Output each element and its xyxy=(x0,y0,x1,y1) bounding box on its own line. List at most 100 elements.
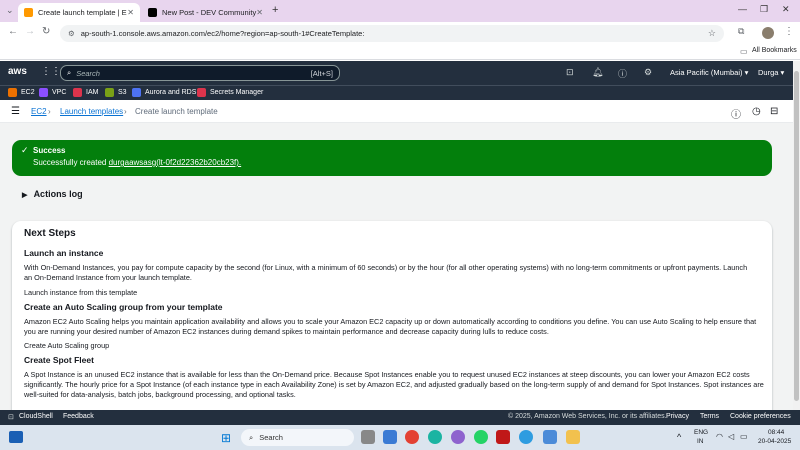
new-tab-icon[interactable]: + xyxy=(272,4,278,16)
scrollbar-thumb[interactable] xyxy=(794,71,799,401)
aws-logo[interactable]: aws xyxy=(8,66,27,77)
lang-top[interactable]: ENG xyxy=(694,429,708,436)
bookmarks-bar: ▭ All Bookmarks xyxy=(0,44,800,60)
feedback-link[interactable]: Feedback xyxy=(63,413,94,420)
aws-top-nav: aws ⋮⋮ ⌕ Search [Alt+S] ⊡ 🔔︎ ⓘ ⚙ Asia Pa… xyxy=(0,61,800,85)
info-icon[interactable]: ⓘ xyxy=(731,106,741,121)
app-icon[interactable] xyxy=(519,430,533,444)
service-shortcut-iam[interactable]: IAM xyxy=(73,88,98,97)
panel-icon[interactable]: ⊟ xyxy=(770,106,778,117)
breadcrumb-ec2[interactable]: EC2 xyxy=(31,107,47,116)
dev-favicon-icon xyxy=(148,8,157,17)
chevron-up-icon[interactable]: ^ xyxy=(677,432,681,442)
flash-message: Successfully created durgaawsasg(lt-0f2d… xyxy=(33,158,241,167)
cloudshell-icon[interactable]: ⊡ xyxy=(8,413,14,421)
clock-date[interactable]: 20-04-2025 xyxy=(758,438,791,445)
folder-icon[interactable] xyxy=(566,430,580,444)
tab-title: New Post - DEV Community xyxy=(162,8,257,17)
forward-icon[interactable]: → xyxy=(25,26,35,37)
gear-icon[interactable]: ⚙ xyxy=(644,67,652,78)
terms-link[interactable]: Terms xyxy=(700,413,719,420)
widgets-icon[interactable] xyxy=(9,431,23,443)
tab-title: Create launch template | EC2 | ... xyxy=(38,8,127,17)
menu-icon[interactable]: ⋮ xyxy=(784,26,794,37)
folder-icon: ▭ xyxy=(740,47,748,56)
back-icon[interactable]: ← xyxy=(8,26,18,37)
region-selector[interactable]: Asia Pacific (Mumbai) ▾ xyxy=(670,68,748,77)
gallery-icon[interactable] xyxy=(543,430,557,444)
whatsapp-icon[interactable] xyxy=(474,430,488,444)
chevron-right-icon: › xyxy=(48,107,51,116)
page-scrollbar[interactable] xyxy=(793,61,800,410)
service-label: IAM xyxy=(86,89,99,96)
service-label: VPC xyxy=(52,89,67,96)
reload-icon[interactable]: ↻ xyxy=(42,26,50,37)
mcafee-icon[interactable] xyxy=(496,430,510,444)
address-bar[interactable]: ⚙ ap-south-1.console.aws.amazon.com/ec2/… xyxy=(60,25,724,42)
bookmark-star-icon[interactable]: ☆ xyxy=(708,28,716,39)
clock-time[interactable]: 08:44 xyxy=(768,429,784,436)
site-info-icon[interactable]: ⚙ xyxy=(68,29,75,38)
search-shortcut: [Alt+S] xyxy=(310,68,333,78)
hamburger-icon[interactable]: ☰ xyxy=(11,106,20,117)
help-icon[interactable]: ⓘ xyxy=(618,67,627,80)
copilot-icon[interactable] xyxy=(451,430,465,444)
service-shortcut-s3[interactable]: S3 xyxy=(105,88,127,97)
chevron-right-icon: › xyxy=(124,107,127,116)
cloudshell-link[interactable]: CloudShell xyxy=(19,413,53,420)
aws-favicon-icon xyxy=(24,8,33,17)
volume-icon[interactable]: ◁ xyxy=(728,432,734,441)
success-flash: ✓ Success Successfully created durgaawsa… xyxy=(12,140,772,176)
tab-search-icon[interactable]: ⌄ xyxy=(6,5,14,16)
history-icon[interactable]: ◷ xyxy=(752,106,761,117)
service-favorites-bar: EC2 VPC IAM S3 Aurora and RDS Secrets Manager xyxy=(0,85,800,100)
bell-icon[interactable]: 🔔︎ xyxy=(592,67,603,78)
services-grid-icon[interactable]: ⋮⋮ xyxy=(41,66,61,77)
service-label: EC2 xyxy=(21,89,35,96)
breadcrumb-launch-templates[interactable]: Launch templates xyxy=(60,107,123,116)
user-menu[interactable]: Durga ▾ xyxy=(758,68,784,77)
close-icon[interactable]: ✕ xyxy=(256,8,263,17)
service-icon xyxy=(39,88,48,97)
lang-bottom[interactable]: IN xyxy=(697,438,704,445)
actions-log-toggle[interactable]: ▶ Actions log xyxy=(22,189,83,199)
battery-icon[interactable]: ▭ xyxy=(740,432,748,441)
minimize-icon[interactable]: — xyxy=(738,4,747,14)
flash-title: Success xyxy=(33,146,66,155)
tab-create-launch-template[interactable]: Create launch template | EC2 | ... ✕ xyxy=(18,3,140,22)
service-icon xyxy=(197,88,206,97)
service-shortcut-aurora-and-rds[interactable]: Aurora and RDS xyxy=(132,88,196,97)
close-icon[interactable]: ✕ xyxy=(127,8,134,17)
service-shortcut-ec2[interactable]: EC2 xyxy=(8,88,35,97)
store-icon[interactable] xyxy=(383,430,397,444)
cloudshell-icon[interactable]: ⊡ xyxy=(566,67,574,78)
create-asg-link[interactable]: Create Auto Scaling group xyxy=(24,341,109,351)
file-manager-icon[interactable] xyxy=(361,430,375,444)
extensions-icon[interactable]: ⧉ xyxy=(738,26,744,37)
search-input[interactable]: ⌕ Search [Alt+S] xyxy=(60,65,340,81)
edge-icon[interactable] xyxy=(428,430,442,444)
search-placeholder: Search xyxy=(76,68,100,78)
service-shortcut-vpc[interactable]: VPC xyxy=(39,88,66,97)
chrome-icon[interactable] xyxy=(405,430,419,444)
aws-footer: ⊡ CloudShell Feedback © 2025, Amazon Web… xyxy=(0,410,800,425)
template-link[interactable]: durgaawsasg(lt-0f2d22362b20cb23f). xyxy=(109,158,242,167)
avatar[interactable] xyxy=(762,27,774,39)
tab-dev-community[interactable]: New Post - DEV Community ✕ xyxy=(142,3,266,22)
close-window-icon[interactable]: ✕ xyxy=(782,4,790,15)
launch-instance-link[interactable]: Launch instance from this template xyxy=(24,288,137,298)
search-icon: ⌕ xyxy=(249,432,254,442)
wifi-icon[interactable]: ◠ xyxy=(716,432,723,441)
privacy-link[interactable]: Privacy xyxy=(666,413,689,420)
service-label: Aurora and RDS xyxy=(145,89,197,96)
service-shortcut-secrets-manager[interactable]: Secrets Manager xyxy=(197,88,263,97)
windows-start-icon[interactable]: ⊞ xyxy=(221,431,231,445)
user-label: Durga xyxy=(758,68,779,77)
actions-log-label: Actions log xyxy=(33,189,83,199)
all-bookmarks[interactable]: All Bookmarks xyxy=(752,47,797,54)
restore-icon[interactable]: ❐ xyxy=(760,4,768,15)
taskbar-search[interactable]: ⌕ Search xyxy=(241,429,354,446)
section-heading: Launch an instance xyxy=(24,248,104,258)
breadcrumb: ☰ EC2 › Launch templates › Create launch… xyxy=(0,101,793,123)
cookie-preferences-link[interactable]: Cookie preferences xyxy=(730,413,791,420)
